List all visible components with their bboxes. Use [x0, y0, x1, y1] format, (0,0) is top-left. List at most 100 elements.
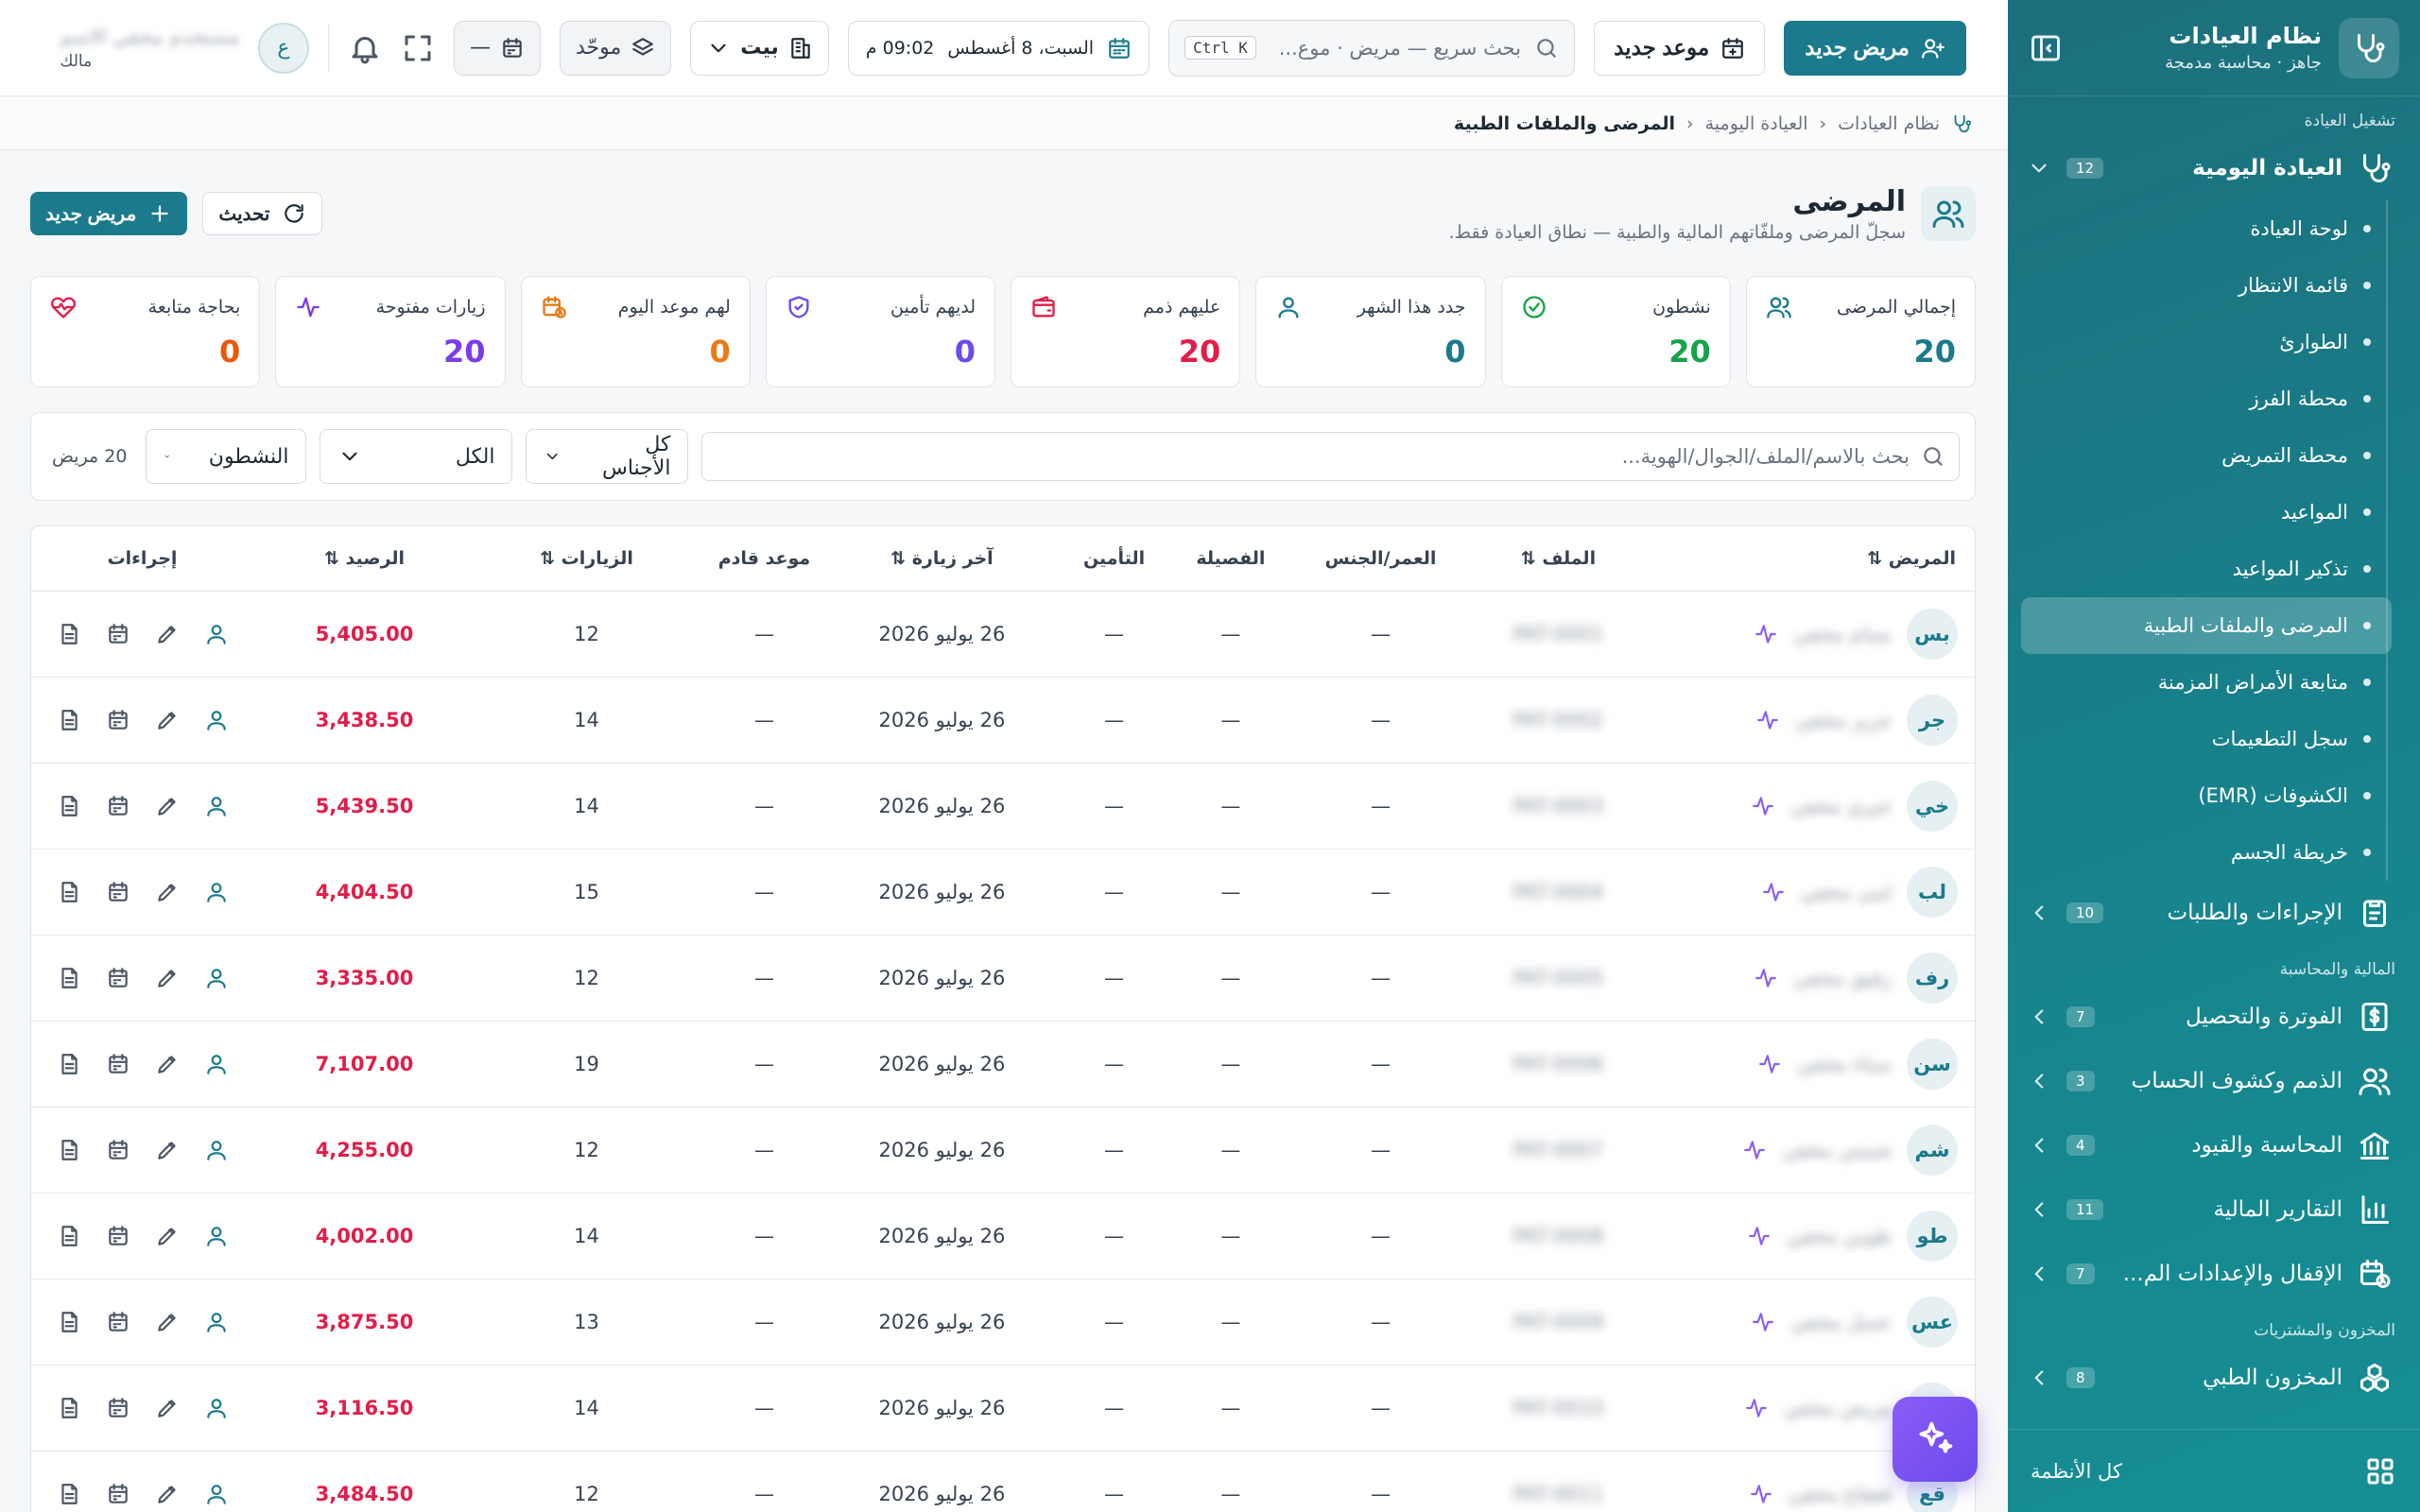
calendar-icon[interactable]	[106, 1482, 130, 1506]
stat-card-needs-followup[interactable]: بحاجة متابعة 0	[30, 276, 261, 387]
sidebar-item-patients-active[interactable]: المرضى والملفات الطبية	[2021, 597, 2392, 654]
calendar-icon[interactable]	[106, 880, 130, 904]
calendar-icon[interactable]	[106, 794, 130, 818]
patient-name[interactable]: عسل مخفي	[1790, 1311, 1892, 1333]
sidebar-item-appointment-reminders[interactable]: تذكير المواعيد	[2008, 541, 2420, 597]
refresh-button[interactable]: تحديث	[202, 192, 322, 235]
patient-name[interactable]: طوني مخفي	[1787, 1225, 1892, 1247]
stat-card-open-visits[interactable]: زيارات مفتوحة 20	[275, 276, 506, 387]
breadcrumb-parent[interactable]: العيادة اليومية	[1705, 113, 1808, 134]
document-icon[interactable]	[57, 622, 81, 646]
edit-pencil-icon[interactable]	[155, 794, 180, 818]
branch-select[interactable]: بيت	[690, 20, 829, 76]
sidebar-item-nursing[interactable]: محطة التمريض	[2008, 427, 2420, 484]
document-icon[interactable]	[57, 1310, 81, 1334]
sidebar-item-waiting-list[interactable]: قائمة الانتظار	[2008, 257, 2420, 314]
patient-name[interactable]: قعقاع مخفي	[1789, 1483, 1892, 1505]
document-icon[interactable]	[57, 1396, 81, 1420]
table-row[interactable]: لب لبنى مخفي PAT-0004 — — — 26 يوليو 202…	[31, 849, 1975, 936]
stat-card-active[interactable]: نشطون 20	[1500, 276, 1731, 387]
user-info[interactable]: مستخدم مخفي الاسم مالك	[60, 26, 239, 71]
stat-card-today-appointments[interactable]: لهم موعد اليوم 0	[520, 276, 751, 387]
status-filter-select[interactable]: النشطون	[146, 429, 307, 484]
edit-pencil-icon[interactable]	[155, 1396, 180, 1420]
table-row[interactable]: مريض مخفي PAT-0010 — — — 26 يوليو 2026 —…	[31, 1365, 1975, 1452]
calendar-icon[interactable]	[106, 1396, 130, 1420]
sidebar-item-body-map[interactable]: خريطة الجسم	[2008, 824, 2420, 881]
sidebar-group-closing-settings[interactable]: الإقفال والإعدادات الم... 7	[2008, 1242, 2420, 1306]
all-systems-link[interactable]: كل الأنظمة	[2008, 1429, 2420, 1512]
edit-pencil-icon[interactable]	[155, 966, 180, 990]
gender-filter-select[interactable]: كل الأجناس	[526, 429, 689, 484]
patient-name[interactable]: مريض مخفي	[1784, 1397, 1892, 1419]
sidebar-group-billing[interactable]: الفوترة والتحصيل 7	[2008, 985, 2420, 1049]
calendar-icon[interactable]	[106, 622, 130, 646]
edit-pencil-icon[interactable]	[155, 1310, 180, 1334]
col-header-visits[interactable]: الزيارات ⇅	[475, 526, 698, 592]
breadcrumb-root[interactable]: نظام العيادات	[1838, 113, 1940, 134]
bell-icon[interactable]	[348, 31, 382, 65]
date-time-display[interactable]: السبت، 8 أغسطس 09:02 م	[847, 20, 1150, 76]
sidebar-group-procedures[interactable]: الإجراءات والطلبات 10	[2008, 881, 2420, 945]
calendar-icon[interactable]	[106, 1224, 130, 1248]
avatar[interactable]: ع	[257, 22, 309, 74]
table-row[interactable]: شم شمس مخفي PAT-0007 — — — 26 يوليو 2026…	[31, 1107, 1975, 1194]
stat-card-new-this-month[interactable]: جدد هذا الشهر 0	[1255, 276, 1486, 387]
document-icon[interactable]	[57, 794, 81, 818]
table-row[interactable]: سن سناء مخفي PAT-0006 — — — 26 يوليو 202…	[31, 1021, 1975, 1108]
patient-name[interactable]: رفيق مخفي	[1793, 967, 1892, 989]
sidebar-group-daily-clinic[interactable]: العيادة اليومية 12	[2008, 136, 2420, 200]
view-profile-icon[interactable]	[204, 1052, 229, 1076]
calendar-icon[interactable]	[106, 966, 130, 990]
table-row[interactable]: طو طوني مخفي PAT-0008 — — — 26 يوليو 202…	[31, 1193, 1975, 1280]
view-profile-icon[interactable]	[204, 966, 229, 990]
view-profile-icon[interactable]	[204, 1224, 229, 1248]
sidebar-item-vaccinations[interactable]: سجل التطعيمات	[2008, 711, 2420, 767]
sidebar-group-medical-inventory[interactable]: المخزون الطبي 8	[2008, 1346, 2420, 1410]
view-profile-icon[interactable]	[204, 622, 229, 646]
sidebar-collapse-icon[interactable]	[2029, 31, 2063, 65]
new-appointment-button[interactable]: موعد جديد	[1594, 20, 1766, 76]
table-row[interactable]: بس بسام مخفي PAT-0001 — — — 26 يوليو 202…	[31, 591, 1975, 678]
col-header-file[interactable]: الملف ⇅	[1475, 526, 1642, 592]
stat-card-insured[interactable]: لديهم تأمين 0	[765, 276, 995, 387]
quick-search-input[interactable]: بحث سريع — مريض · موع... Ctrl K	[1168, 19, 1576, 77]
patient-name[interactable]: شمس مخفي	[1782, 1139, 1892, 1161]
document-icon[interactable]	[57, 1138, 81, 1162]
calendar-icon[interactable]	[106, 1310, 130, 1334]
ai-assistant-button[interactable]	[1893, 1397, 1978, 1482]
calendar-icon[interactable]	[106, 1138, 130, 1162]
sidebar-group-accounting[interactable]: المحاسبة والقيود 4	[2008, 1113, 2420, 1177]
sidebar-item-appointments[interactable]: المواعيد	[2008, 484, 2420, 541]
view-profile-icon[interactable]	[204, 1396, 229, 1420]
patient-name[interactable]: جرير مخفي	[1795, 709, 1892, 731]
table-row[interactable]: عس عسل مخفي PAT-0009 — — — 26 يوليو 2026…	[31, 1279, 1975, 1366]
edit-pencil-icon[interactable]	[155, 1052, 180, 1076]
add-patient-button[interactable]: مريض جديد	[30, 192, 188, 235]
type-filter-select[interactable]: الكل	[320, 429, 513, 484]
sidebar-item-clinic-dashboard[interactable]: لوحة العيادة	[2008, 200, 2420, 257]
calendar-icon[interactable]	[106, 1052, 130, 1076]
edit-pencil-icon[interactable]	[155, 1138, 180, 1162]
new-patient-button[interactable]: مريض جديد	[1784, 20, 1966, 76]
edit-pencil-icon[interactable]	[155, 622, 180, 646]
document-icon[interactable]	[57, 1482, 81, 1506]
table-row[interactable]: جر جرير مخفي PAT-0002 — — — 26 يوليو 202…	[31, 677, 1975, 764]
edit-pencil-icon[interactable]	[155, 1224, 180, 1248]
table-row[interactable]: رف رفيق مخفي PAT-0005 — — — 26 يوليو 202…	[31, 935, 1975, 1022]
edit-pencil-icon[interactable]	[155, 880, 180, 904]
col-header-last-visit[interactable]: آخر زيارة ⇅	[830, 526, 1053, 592]
view-profile-icon[interactable]	[204, 794, 229, 818]
view-profile-icon[interactable]	[204, 1482, 229, 1506]
patient-name[interactable]: بسام مخفي	[1793, 623, 1892, 645]
fullscreen-icon[interactable]	[401, 31, 435, 65]
view-profile-icon[interactable]	[204, 880, 229, 904]
col-header-patient[interactable]: المريض ⇅	[1641, 526, 1975, 592]
view-profile-icon[interactable]	[204, 1310, 229, 1334]
sidebar-group-receivables[interactable]: الذمم وكشوف الحساب 3	[2008, 1049, 2420, 1113]
stat-card-total[interactable]: إجمالي المرضى 20	[1745, 276, 1976, 387]
document-icon[interactable]	[57, 1224, 81, 1248]
document-icon[interactable]	[57, 880, 81, 904]
sidebar-item-chronic-followup[interactable]: متابعة الأمراض المزمنة	[2008, 654, 2420, 711]
unified-view-toggle[interactable]: موحّد	[559, 20, 672, 76]
